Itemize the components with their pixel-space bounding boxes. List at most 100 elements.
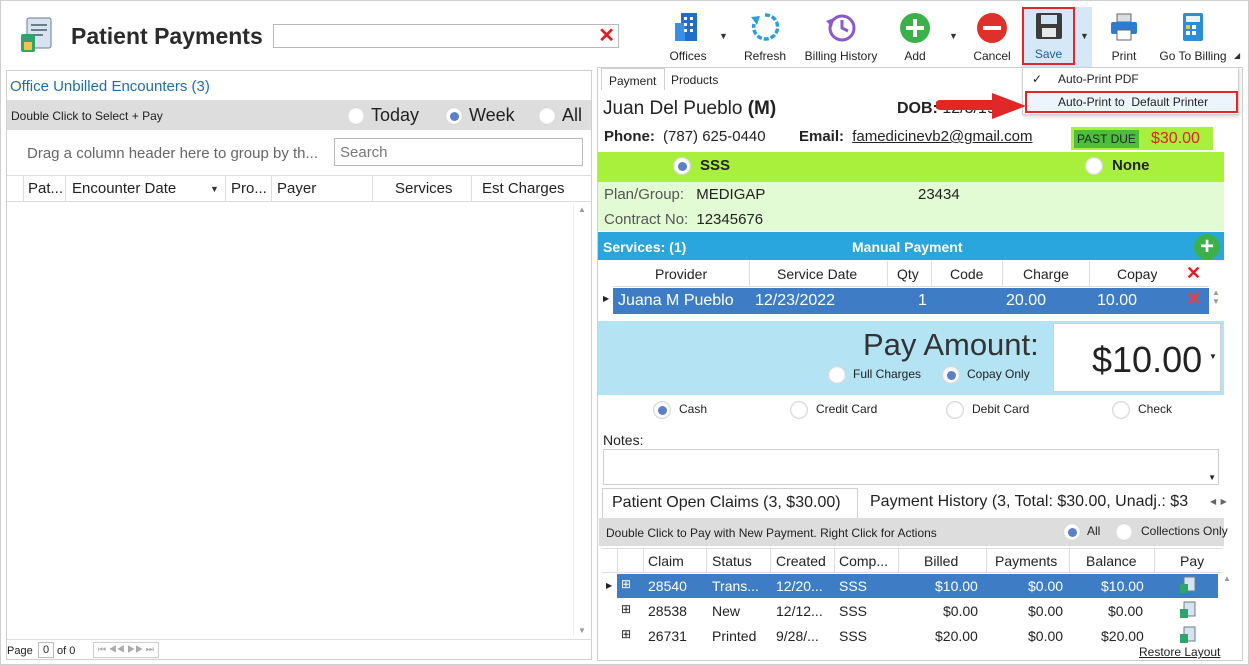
claims-filter-collections-radio[interactable] xyxy=(1115,523,1133,541)
pay-basis-full-radio[interactable] xyxy=(828,366,846,384)
add-service-icon[interactable]: + xyxy=(1194,234,1220,260)
notes-label: Notes: xyxy=(603,432,644,448)
expand-row-icon[interactable]: ⊞ xyxy=(621,627,631,641)
offices-button[interactable]: Offices xyxy=(663,9,713,65)
claim-col-company[interactable]: Comp... xyxy=(839,553,888,569)
expand-row-icon[interactable]: ⊞ xyxy=(621,577,631,591)
col-encounter-date[interactable]: Encounter Date xyxy=(72,180,176,197)
filter-week-radio[interactable] xyxy=(445,107,463,126)
encounters-search-placeholder: Search xyxy=(340,144,388,161)
claim-col-status[interactable]: Status xyxy=(712,553,752,569)
col-services[interactable]: Services xyxy=(395,180,453,197)
claim-col-claim[interactable]: Claim xyxy=(648,553,684,569)
insurance-none[interactable]: None xyxy=(1085,157,1150,176)
col-provider[interactable]: Pro... xyxy=(231,180,267,197)
claim-row[interactable]: ⊞ 26731 Printed 9/28/... SSS $20.00 $0.0… xyxy=(617,624,1218,648)
add-button[interactable]: Add xyxy=(894,9,936,65)
pay-method-credit-card[interactable]: Credit Card xyxy=(790,401,877,419)
pay-claim-icon[interactable] xyxy=(1179,601,1197,622)
scroll-up-icon[interactable]: ▲ xyxy=(578,205,586,214)
notes-textarea[interactable]: ▼ xyxy=(603,449,1219,485)
claim-row[interactable]: ⊞ 28538 New 12/12... SSS $0.00 $0.00 $0.… xyxy=(617,599,1218,623)
print-button[interactable]: Print xyxy=(1101,9,1147,65)
billing-history-button[interactable]: Billing History xyxy=(801,9,881,65)
encounters-search-input[interactable]: Search xyxy=(334,138,583,166)
claims-scrollbar[interactable]: ▲ xyxy=(1220,574,1234,646)
col-est-charges[interactable]: Est Charges xyxy=(482,180,565,197)
restore-layout-link[interactable]: Restore Layout xyxy=(1139,645,1220,659)
filter-week[interactable]: Week xyxy=(445,105,515,126)
claims-filter-all[interactable]: All xyxy=(1063,523,1100,541)
claim-row[interactable]: ⊞ 28540 Trans... 12/20... SSS $10.00 $0.… xyxy=(617,574,1218,598)
claims-filter-all-radio[interactable] xyxy=(1063,523,1081,541)
filter-today[interactable]: Today xyxy=(347,105,419,126)
menu-item-auto-print-default-printer[interactable]: Auto-Print to Default Printer xyxy=(1025,91,1238,113)
claims-filter-collections[interactable]: Collections Only xyxy=(1115,523,1228,541)
service-row[interactable]: Juana M Pueblo 12/23/2022 1 20.00 10.00 … xyxy=(613,288,1209,314)
tab-products[interactable]: Products xyxy=(671,73,718,87)
svc-col-charge[interactable]: Charge xyxy=(1023,266,1069,282)
col-payer[interactable]: Payer xyxy=(277,180,316,197)
pay-amount-input[interactable]: $10.00 ▼ xyxy=(1053,323,1221,392)
offices-dropdown-caret[interactable]: ▼ xyxy=(719,31,728,41)
tab-payment-history[interactable]: Payment History (3, Total: $30.00, Unadj… xyxy=(870,493,1198,511)
svc-col-copay[interactable]: Copay xyxy=(1117,266,1157,282)
svc-col-code[interactable]: Code xyxy=(950,266,983,282)
save-dropdown-caret[interactable]: ▼ xyxy=(1080,31,1089,41)
claim-col-balance[interactable]: Balance xyxy=(1086,553,1137,569)
col-patient[interactable]: Pat... xyxy=(28,180,63,197)
add-dropdown-caret[interactable]: ▼ xyxy=(949,31,958,41)
scroll-down-icon[interactable]: ▼ xyxy=(578,626,586,635)
filter-all[interactable]: All xyxy=(538,105,582,126)
delete-all-services-icon[interactable]: ✕ xyxy=(1186,263,1201,284)
svc-col-provider[interactable]: Provider xyxy=(655,266,707,282)
insurance-none-radio[interactable] xyxy=(1085,157,1103,176)
pay-method-check[interactable]: Check xyxy=(1112,401,1172,419)
claim-col-created[interactable]: Created xyxy=(776,553,826,569)
go-to-billing-button[interactable]: Go To Billing xyxy=(1157,9,1229,65)
pay-basis-copay-radio[interactable] xyxy=(942,366,960,384)
pager-of: of 0 xyxy=(57,645,76,657)
manual-payment-label[interactable]: Manual Payment xyxy=(852,239,962,255)
claim-col-payments[interactable]: Payments xyxy=(995,553,1057,569)
tab-scroll-icons[interactable]: ◀ ▶ xyxy=(1210,497,1227,506)
claims-filter-collections-label: Collections Only xyxy=(1141,524,1228,539)
tab-payment[interactable]: Payment xyxy=(601,68,665,90)
toolbar-overflow-icon[interactable]: ◢ xyxy=(1234,51,1240,60)
services-scrollbar[interactable]: ▲ ▼ xyxy=(1209,288,1223,318)
add-label: Add xyxy=(904,49,926,63)
delete-service-icon[interactable]: ✕ xyxy=(1186,288,1202,311)
pay-basis-full[interactable]: Full Charges xyxy=(828,366,921,384)
header-search-input[interactable]: ✕ xyxy=(273,24,619,48)
svc-col-qty[interactable]: Qty xyxy=(897,266,919,282)
pay-method-cash-radio[interactable] xyxy=(653,401,671,419)
pay-method-debit-card[interactable]: Debit Card xyxy=(946,401,1029,419)
insurance-sss[interactable]: SSS xyxy=(673,157,730,176)
menu-item-auto-print-pdf[interactable]: ✓ Auto-Print PDF xyxy=(1023,68,1238,90)
expand-row-icon[interactable]: ⊞ xyxy=(621,602,631,616)
email-link[interactable]: famedicinevb2@gmail.com xyxy=(852,128,1032,145)
svc-col-date[interactable]: Service Date xyxy=(777,266,857,282)
insurance-sss-radio[interactable] xyxy=(673,157,691,176)
claim-col-billed[interactable]: Billed xyxy=(924,553,958,569)
pay-amount-dropdown-icon[interactable]: ▼ xyxy=(1209,352,1217,361)
save-button[interactable]: Save xyxy=(1022,7,1075,65)
pay-claim-icon[interactable] xyxy=(1179,576,1197,597)
pay-method-debit-card-radio[interactable] xyxy=(946,401,964,419)
encounters-scrollbar[interactable]: ▲ ▼ xyxy=(573,203,590,637)
pager-current-input[interactable]: 0 xyxy=(38,642,54,658)
filter-all-radio[interactable] xyxy=(538,107,556,126)
cancel-button[interactable]: Cancel xyxy=(969,9,1015,65)
notes-scroll-down-icon[interactable]: ▼ xyxy=(1208,473,1216,482)
pager-nav-icons[interactable]: ⏮ ◀◀ ▶▶ ⏭ xyxy=(93,642,159,658)
pay-method-credit-card-radio[interactable] xyxy=(790,401,808,419)
pay-basis-copay[interactable]: Copay Only xyxy=(942,366,1030,384)
pay-method-check-radio[interactable] xyxy=(1112,401,1130,419)
pay-claim-icon[interactable] xyxy=(1179,626,1197,647)
refresh-button[interactable]: Refresh xyxy=(741,9,789,65)
filter-today-radio[interactable] xyxy=(347,107,365,126)
clear-search-icon[interactable]: ✕ xyxy=(598,25,615,47)
tab-open-claims[interactable]: Patient Open Claims (3, $30.00) xyxy=(602,488,858,518)
pay-method-cash[interactable]: Cash xyxy=(653,401,707,419)
claim-col-pay[interactable]: Pay xyxy=(1180,553,1204,569)
